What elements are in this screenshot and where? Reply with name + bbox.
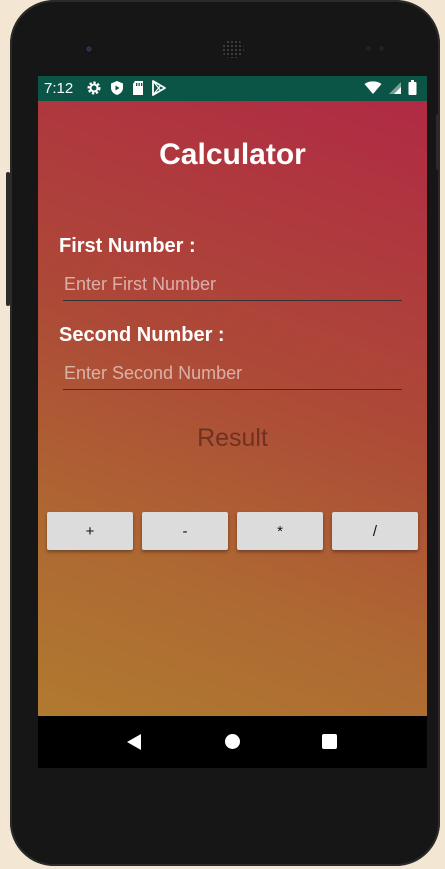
recents-icon[interactable] (322, 734, 337, 749)
gear-icon (87, 81, 101, 95)
screen: 7:12 Calculator First Number: Enter Fir… (38, 76, 427, 768)
second-number-label: Second Number : (59, 324, 225, 346)
sensor-icon (366, 46, 371, 51)
calculator-screen: Calculator First Number : Second Number … (38, 101, 427, 716)
status-time: 7:12 (44, 80, 74, 97)
shield-play-icon (111, 81, 123, 95)
sensor-icon (379, 46, 384, 51)
operator-buttons: + - * / (47, 512, 418, 550)
phone-frame: 7:12 Calculator First Number: Enter Fir… (6, 0, 440, 866)
play-store-icon (152, 80, 166, 96)
battery-icon (408, 80, 417, 95)
first-number-input[interactable] (63, 270, 402, 301)
status-bar: 7:12 (38, 76, 427, 101)
divide-button[interactable]: / (332, 512, 418, 550)
front-camera-icon (84, 44, 94, 54)
sd-card-icon (133, 81, 143, 95)
subtract-button[interactable]: - (142, 512, 228, 550)
second-number-input[interactable] (63, 359, 402, 390)
first-number-label: First Number : (59, 235, 196, 257)
speaker-grille-icon (222, 40, 244, 58)
power-button (436, 114, 440, 170)
volume-button (6, 172, 10, 306)
navigation-bar (38, 716, 427, 768)
back-icon[interactable] (126, 733, 142, 751)
page-title: Calculator (159, 138, 306, 171)
result-text: Result (197, 424, 268, 452)
signal-icon (389, 81, 401, 94)
add-button[interactable]: + (47, 512, 133, 550)
status-icons-right (364, 80, 417, 95)
status-icons-left (86, 80, 166, 96)
wifi-icon (364, 80, 382, 94)
multiply-button[interactable]: * (237, 512, 323, 550)
home-icon[interactable] (225, 734, 240, 749)
